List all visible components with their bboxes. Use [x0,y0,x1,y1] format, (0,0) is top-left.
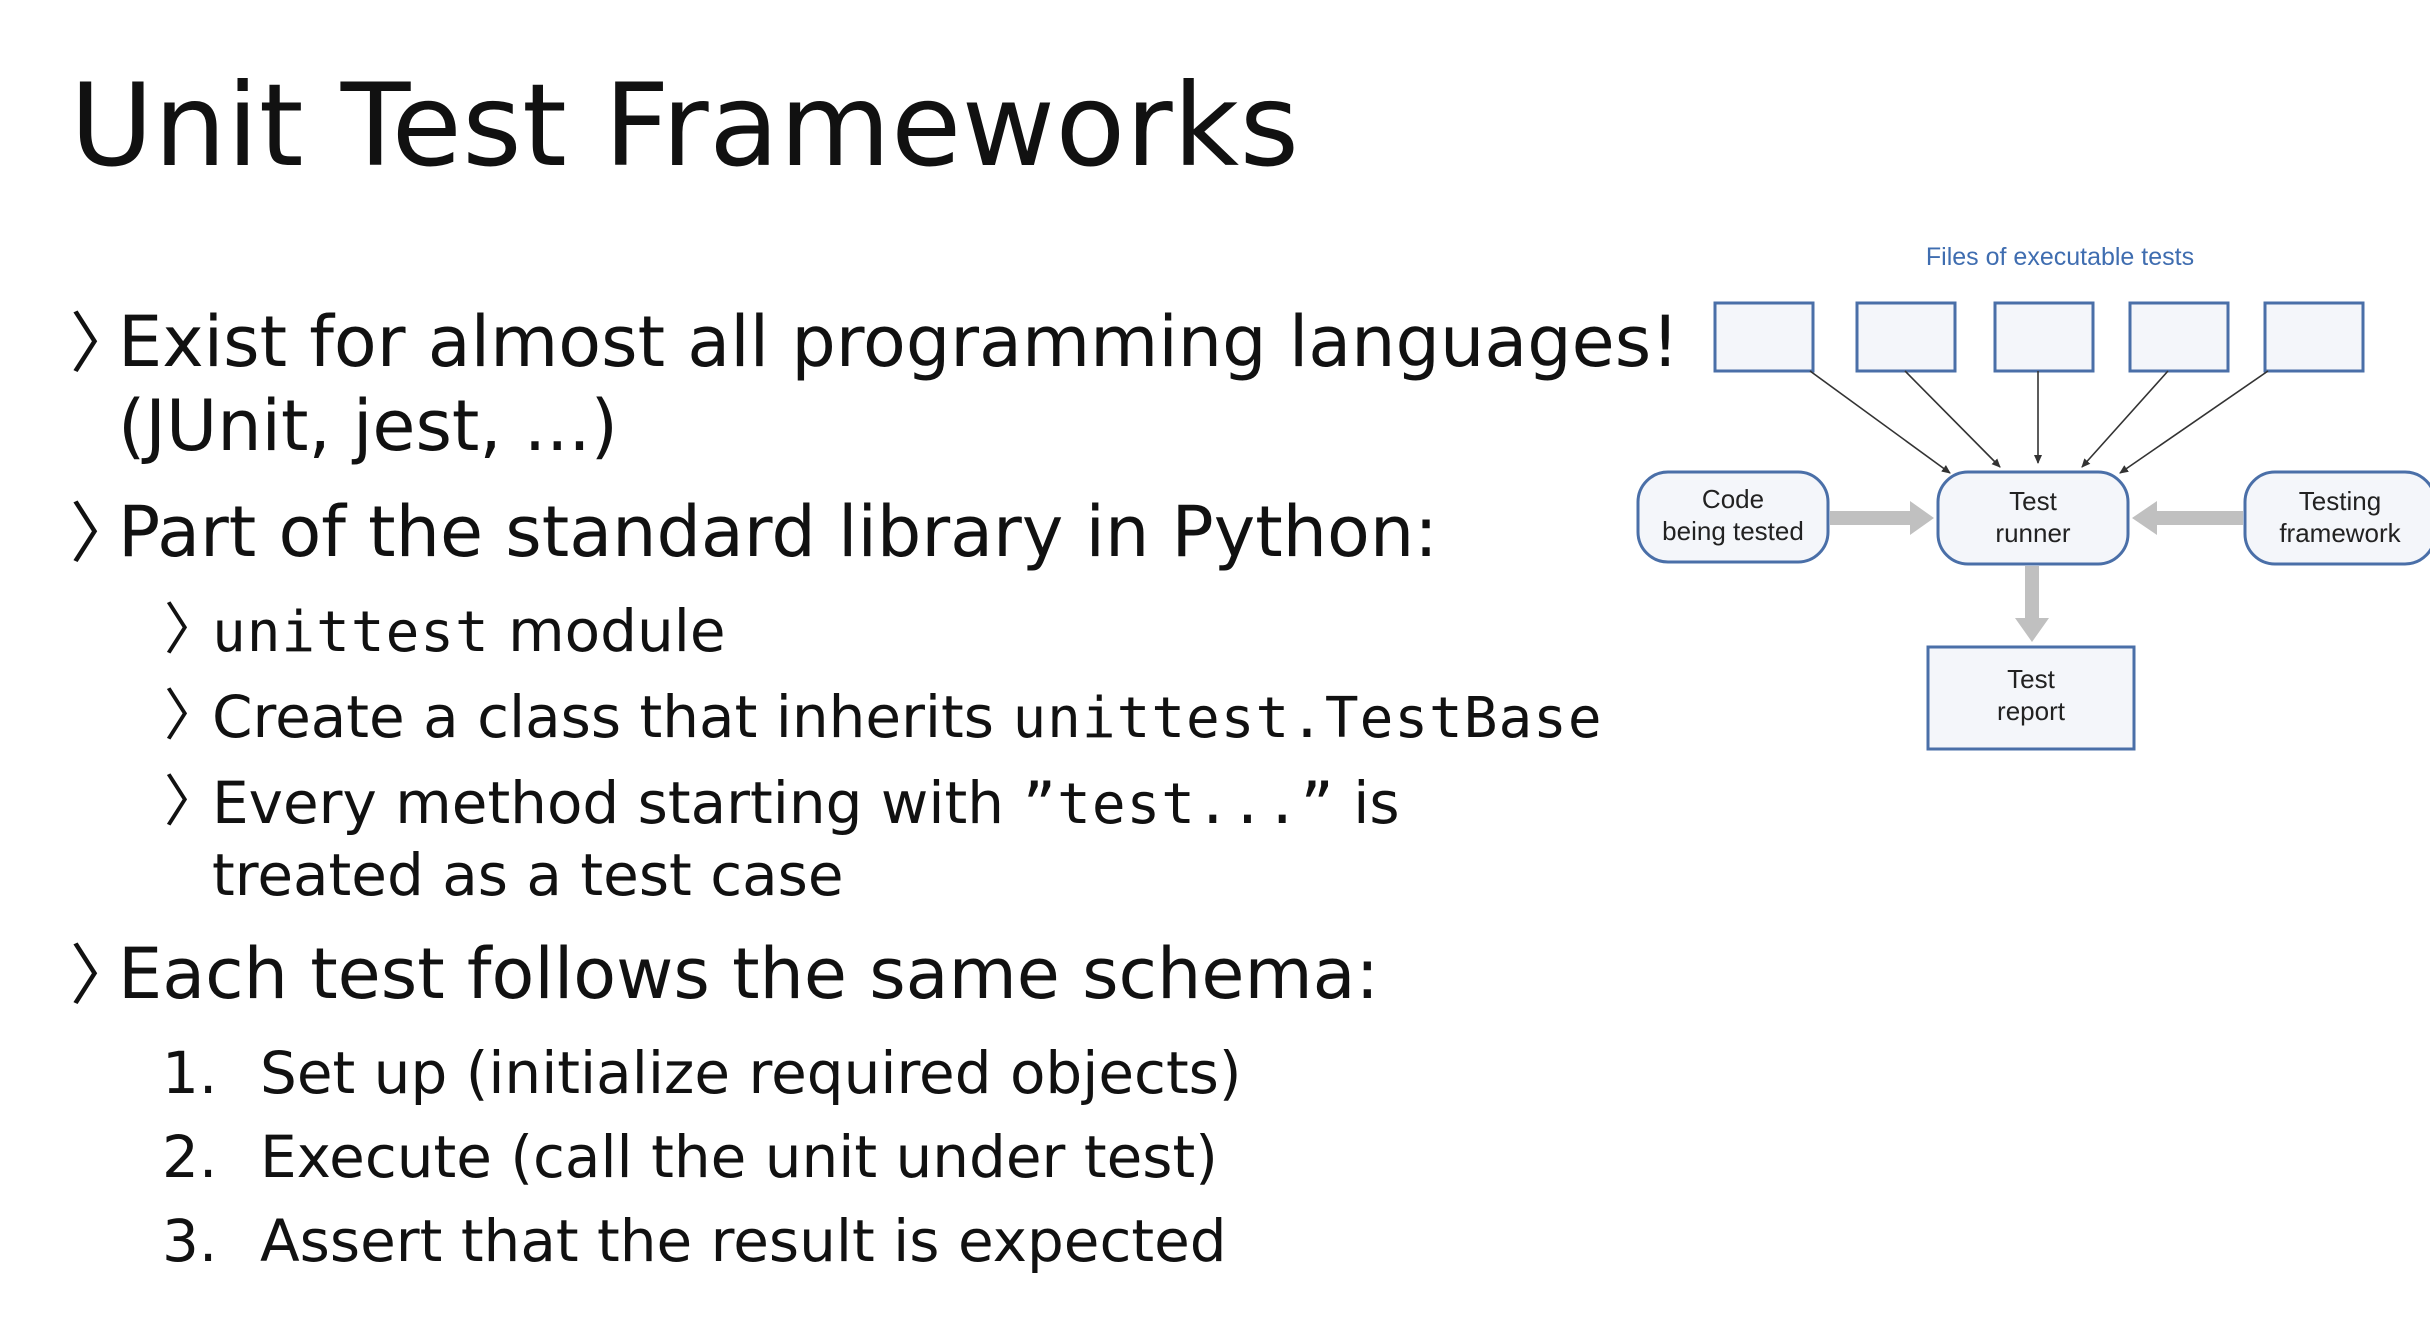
runner-to-report-arrow [2015,566,2049,642]
sub-bullet-marker: 〉 [164,770,220,835]
sub-bullet-text-continued: treated as a test case [212,841,844,909]
numbered-item: 2. Execute (call the unit under test) [70,1122,1690,1192]
testing-framework-node: Testing framework [2243,470,2430,566]
report-label: report [1997,696,2066,726]
test-file-box [2128,301,2230,373]
runner-label: runner [1995,518,2070,548]
runner-label: Test [2009,486,2057,516]
bullet-python-stdlib: 〉 Part of the standard library in Python… [70,490,1690,574]
bullet-marker: 〉 [70,305,136,382]
item-number: 3. [162,1207,218,1275]
item-number: 2. [162,1123,218,1191]
item-text: Assert that the result is expected [260,1207,1227,1275]
slide-title: Unit Test Frameworks [70,59,1300,192]
code-being-tested-node: Code being tested [1636,470,1830,564]
sub-bullet-text: Every method starting with [212,769,1023,837]
bullet-list: 〉 Exist for almost all programming langu… [70,300,1690,1298]
bullet-text: Exist for almost all programming languag… [118,301,1680,383]
sub-bullet-list: 〉 unittest module 〉 Create a class that … [70,596,1690,910]
item-number: 1. [162,1039,218,1107]
sub-bullet-text: module [489,597,726,665]
bullet-text: Part of the standard library in Python: [118,491,1438,573]
test-framework-diagram: Files of executable tests Code being tes… [1636,243,2430,751]
code-text: unittest.TestBase [1012,686,1603,751]
bullet-marker: 〉 [70,937,136,1014]
item-text: Execute (call the unit under test) [260,1123,1218,1191]
code-text: ”test...” [1022,772,1335,837]
numbered-list: 1. Set up (initialize required objects) … [70,1038,1690,1276]
numbered-item: 1. Set up (initialize required objects) [70,1038,1690,1108]
numbered-item: 3. Assert that the result is expected [70,1206,1690,1276]
bullet-test-schema: 〉 Each test follows the same schema: [70,932,1690,1016]
file-to-runner-arrows [1809,370,2269,474]
sub-bullet-unittest-module: 〉 unittest module [70,596,1690,668]
arrow-line [2119,370,2269,474]
framework-label: framework [2279,518,2401,548]
report-label: Test [2007,664,2055,694]
sub-bullet-marker: 〉 [164,598,220,663]
arrow-line [1809,370,1951,474]
bullet-marker: 〉 [70,495,136,572]
framework-label: Testing [2299,486,2381,516]
arrow-line [1904,370,2001,468]
bullet-text: Each test follows the same schema: [118,933,1380,1015]
sub-bullet-text-end: is [1334,769,1400,837]
test-report-node: Test report [1926,645,2136,751]
test-file-box [1713,301,1815,373]
sub-bullet-text: Create a class that inherits [212,683,1013,751]
code-label: being tested [1662,516,1804,546]
test-file-box [1993,301,2095,373]
arrow-line [2081,370,2169,468]
sub-bullet-test-methods: 〉 Every method starting with ”test...” i… [70,768,1690,910]
code-to-runner-arrow [1830,501,1934,535]
sub-bullet-create-class: 〉 Create a class that inherits unittest.… [70,682,1690,754]
test-file-box [1855,301,1957,373]
framework-to-runner-arrow [2132,501,2243,535]
item-text: Set up (initialize required objects) [260,1039,1242,1107]
test-file-box [2263,301,2365,373]
bullet-frameworks-exist: 〉 Exist for almost all programming langu… [70,300,1690,468]
test-files-group [1713,301,2365,373]
bullet-text-continued: (JUnit, jest, ...) [118,385,618,467]
sub-bullet-marker: 〉 [164,684,220,749]
test-runner-node: Test runner [1936,470,2130,566]
code-label: Code [1702,484,1764,514]
code-text: unittest [212,600,490,665]
files-label: Files of executable tests [1926,243,2194,271]
